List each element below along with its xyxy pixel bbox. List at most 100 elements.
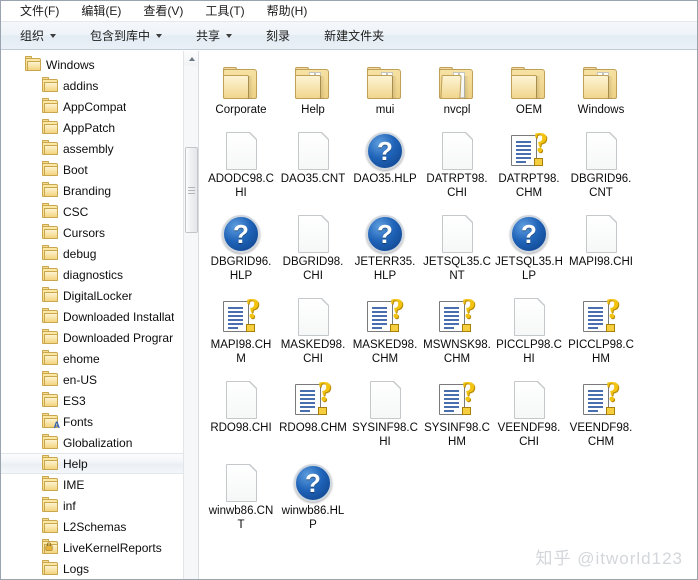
file-item[interactable]: DAO35.CNT	[279, 126, 347, 200]
tree-item-appcompat[interactable]: AppCompat	[1, 96, 198, 117]
file-item[interactable]: Corporate	[207, 57, 275, 117]
file-item[interactable]: ? winwb86.HLP	[279, 458, 347, 532]
tree-item-label: IME	[63, 477, 85, 492]
tree-item-logs[interactable]: Logs	[1, 558, 198, 579]
scroll-up-arrow-icon[interactable]	[184, 51, 198, 66]
compiled-help-file-icon: ?	[439, 378, 476, 419]
tree-item-fonts[interactable]: A Fonts	[1, 411, 198, 432]
file-item[interactable]: DBGRID96.CNT	[567, 126, 635, 200]
file-item[interactable]: winwb86.CNT	[207, 458, 275, 532]
file-item-label: JETSQL35.CNT	[423, 256, 491, 282]
folder-files-icon	[581, 67, 621, 101]
tree-item-csc[interactable]: CSC	[1, 201, 198, 222]
file-item[interactable]: ? PICCLP98.CHM	[567, 292, 635, 366]
file-item[interactable]: DBGRID98.CHI	[279, 209, 347, 283]
file-item-label: DATRPT98.CHM	[498, 173, 560, 199]
file-item-label: Corporate	[215, 104, 267, 116]
file-item[interactable]: JETSQL35.CNT	[423, 209, 491, 283]
navigation-scrollbar[interactable]	[183, 51, 198, 579]
tree-item-apppatch[interactable]: AppPatch	[1, 117, 198, 138]
menu-edit[interactable]: 编辑(E)	[70, 1, 132, 21]
toolbar-share[interactable]: 共享	[187, 23, 241, 48]
tree-item-l2schemas[interactable]: L2Schemas	[1, 516, 198, 537]
file-item-label: VEENDF98.CHI	[497, 422, 561, 448]
folder-icon	[42, 203, 58, 218]
menu-file[interactable]: 文件(F)	[9, 1, 70, 21]
file-item[interactable]: VEENDF98.CHI	[495, 375, 563, 449]
file-item[interactable]: nvcpl	[423, 57, 491, 117]
toolbar-item-label: 组织	[20, 29, 45, 43]
tree-item-windows[interactable]: Windows	[1, 54, 198, 75]
menu-tools[interactable]: 工具(T)	[194, 1, 255, 21]
scrollbar-thumb[interactable]	[185, 147, 198, 233]
fonts-folder-icon: A	[42, 413, 61, 430]
tree-item-branding[interactable]: Branding	[1, 180, 198, 201]
file-item[interactable]: Windows	[567, 57, 635, 117]
file-item[interactable]: ADODC98.CHI	[207, 126, 275, 200]
compiled-help-file-icon: ?	[295, 378, 332, 419]
file-item-label: DBGRID96.CNT	[570, 173, 632, 199]
file-item[interactable]: DATRPT98.CHI	[423, 126, 491, 200]
file-item[interactable]: SYSINF98.CHI	[351, 375, 419, 449]
file-item-label: RDO98.CHM	[279, 422, 347, 434]
file-item-label: DBGRID98.CHI	[282, 256, 344, 282]
tree-item-debug[interactable]: debug	[1, 243, 198, 264]
toolbar-item-label: 包含到库中	[90, 29, 151, 43]
tree-item-ehome[interactable]: ehome	[1, 348, 198, 369]
file-item[interactable]: ? VEENDF98.CHM	[567, 375, 635, 449]
tree-item-label: DigitalLocker	[63, 288, 133, 303]
help-index-file-icon	[225, 131, 258, 170]
toolbar-include-in-library[interactable]: 包含到库中	[81, 23, 171, 48]
tree-item-inf[interactable]: inf	[1, 495, 198, 516]
file-item[interactable]: ? DBGRID96.HLP	[207, 209, 275, 283]
toolbar-organize[interactable]: 组织	[11, 23, 65, 48]
file-item[interactable]: PICCLP98.CHI	[495, 292, 563, 366]
file-item[interactable]: OEM	[495, 57, 563, 117]
help-index-file-icon	[225, 380, 258, 419]
tree-item-livekernelreports[interactable]: LiveKernelReports	[1, 537, 198, 558]
tree-item-cursors[interactable]: Cursors	[1, 222, 198, 243]
tree-item-en-us[interactable]: en-US	[1, 369, 198, 390]
tree-item-ime[interactable]: IME	[1, 474, 198, 495]
file-item[interactable]: ? DAO35.HLP	[351, 126, 419, 200]
folder-icon	[42, 392, 58, 407]
tree-item-label: assembly	[63, 141, 114, 156]
contents-file-icon	[585, 131, 618, 170]
help-index-file-icon	[297, 297, 330, 336]
file-item[interactable]: RDO98.CHI	[207, 375, 275, 449]
toolbar-burn[interactable]: 刻录	[257, 23, 299, 48]
toolbar-new-folder[interactable]: 新建文件夹	[315, 23, 393, 48]
file-item[interactable]: ? SYSINF98.CHM	[423, 375, 491, 449]
file-item[interactable]: ? RDO98.CHM	[279, 375, 347, 449]
file-item[interactable]: ? JETERR35.HLP	[351, 209, 419, 283]
tree-item-es3[interactable]: ES3	[1, 390, 198, 411]
chevron-down-icon	[156, 33, 163, 38]
tree-item-downloaded-installat[interactable]: Downloaded Installat	[1, 306, 198, 327]
file-item-label: MASKED98.CHM	[352, 339, 418, 365]
file-item-label: MAPI98.CHI	[569, 256, 633, 268]
file-item[interactable]: MASKED98.CHI	[279, 292, 347, 366]
tree-item-digitallocker[interactable]: DigitalLocker	[1, 285, 198, 306]
folder-icon	[509, 67, 549, 101]
tree-item-downloaded-prograr[interactable]: Downloaded Prograr	[1, 327, 198, 348]
file-item[interactable]: ? JETSQL35.HLP	[495, 209, 563, 283]
menu-view[interactable]: 查看(V)	[132, 1, 194, 21]
tree-item-assembly[interactable]: assembly	[1, 138, 198, 159]
file-item[interactable]: Help	[279, 57, 347, 117]
file-item[interactable]: ? MSWNSK98.CHM	[423, 292, 491, 366]
file-item[interactable]: mui	[351, 57, 419, 117]
toolbar-item-label: 刻录	[266, 29, 291, 43]
tree-item-addins[interactable]: addins	[1, 75, 198, 96]
tree-item-label: Cursors	[63, 225, 106, 240]
file-item[interactable]: ? MASKED98.CHM	[351, 292, 419, 366]
font-letter-icon: A	[53, 420, 61, 430]
tree-item-diagnostics[interactable]: diagnostics	[1, 264, 198, 285]
menu-help[interactable]: 帮助(H)	[256, 1, 319, 21]
tree-item-globalization[interactable]: Globalization	[1, 432, 198, 453]
tree-item-boot[interactable]: Boot	[1, 159, 198, 180]
file-item[interactable]: MAPI98.CHI	[567, 209, 635, 283]
file-item[interactable]: ? DATRPT98.CHM	[495, 126, 563, 200]
file-item[interactable]: ? MAPI98.CHM	[207, 292, 275, 366]
file-item-label: RDO98.CHI	[210, 422, 272, 434]
tree-item-help[interactable]: Help	[1, 453, 198, 474]
